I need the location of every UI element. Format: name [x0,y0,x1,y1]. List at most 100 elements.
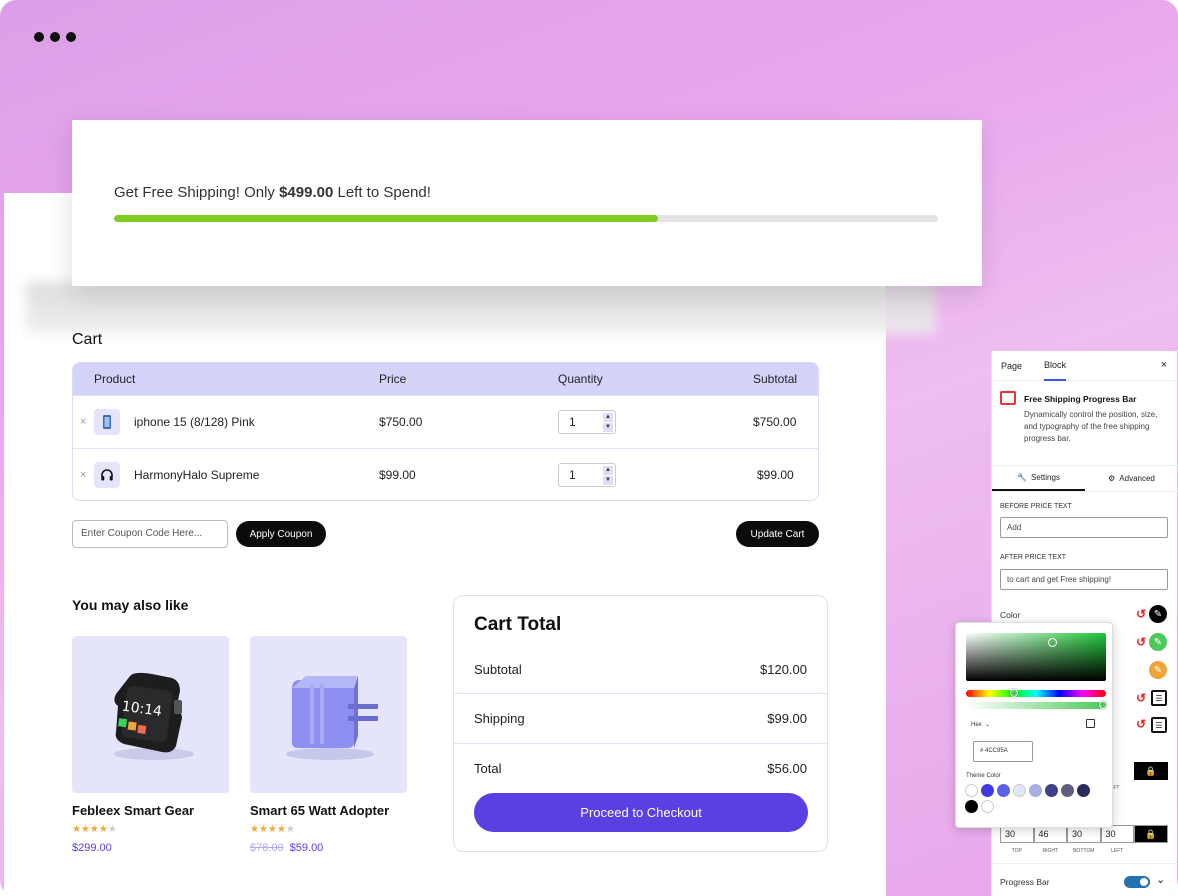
gear-icon: ⚙ [1108,474,1116,483]
alpha-slider[interactable] [966,701,1107,709]
theme-swatch[interactable] [981,784,994,797]
saturation-handle[interactable] [1048,638,1057,647]
subtotal-row: Subtotal $120.00 [454,644,827,694]
tab-page[interactable]: Page [1001,361,1022,371]
product-title[interactable]: Smart 65 Watt Adopter [250,803,389,818]
hue-slider[interactable] [966,689,1106,697]
quantity-value: 1 [569,415,576,429]
table-row: × HarmonyHalo Supreme $99.00 1 ▲ ▼ $99.00 [73,448,818,500]
quantity-spin-buttons[interactable]: ▲ ▼ [603,412,613,432]
before-price-label: BEFORE PRICE TEXT [1000,503,1072,510]
total-label: Subtotal [474,661,522,677]
sliders-icon[interactable]: ☰ [1151,717,1167,733]
theme-color-label: Theme Color [966,773,1001,779]
padding-labels: TOP RIGHT BOTTOM LEFT [1011,848,1124,854]
cart-title: Cart [72,331,103,348]
cart-table-header: Product Price Quantity Subtotal [73,363,818,395]
lock-icon[interactable]: 🔒 [1134,762,1168,780]
header-product: Product [94,372,136,386]
remove-item-icon[interactable]: × [80,469,86,481]
update-cart-button[interactable]: Update Cart [736,521,819,547]
color-label: Color [1000,610,1021,620]
cart-table: Product Price Quantity Subtotal × iphone… [72,362,819,501]
alpha-handle[interactable] [1099,701,1107,709]
after-price-label: AFTER PRICE TEXT [1000,554,1066,561]
shipping-row: Shipping $99.00 [454,693,827,743]
quantity-stepper[interactable]: 1 ▲ ▼ [558,410,616,434]
settings-tabs: 🔧 Settings ⚙ Advanced [992,465,1178,492]
star-rating: ★★★★★ [250,824,295,835]
product-price: $750.00 [379,415,423,429]
cart-total-box: Cart Total Subtotal $120.00 Shipping $99.0… [453,595,828,852]
sliders-icon[interactable]: ☰ [1151,690,1167,706]
grand-total-row: Total $56.00 [454,743,827,793]
window-menu-dots[interactable] [34,32,76,42]
cart-total-title: Cart Total [474,614,562,635]
color-swatch-orange[interactable]: ✎ [1149,661,1167,679]
shipping-message: Get Free Shipping! Only $499.00 Left to … [114,184,431,201]
reset-icon[interactable]: ↺ [1136,635,1146,649]
quantity-stepper[interactable]: 1 ▲ ▼ [558,463,616,487]
chevron-down-icon[interactable]: ⌄ [1156,873,1165,886]
before-price-input[interactable]: Add [1000,517,1168,538]
product-card-image[interactable]: 10:14 [72,636,229,793]
theme-swatch[interactable] [965,784,978,797]
theme-swatch[interactable] [1013,784,1026,797]
free-shipping-banner: Get Free Shipping! Only $499.00 Left to … [72,120,982,286]
theme-swatch[interactable] [965,800,978,813]
phone-icon [94,409,120,435]
theme-swatch[interactable] [1045,784,1058,797]
product-name[interactable]: iphone 15 (8/128) Pink [134,415,255,429]
hex-input[interactable]: # 4CC95A [973,741,1033,762]
total-value: $99.00 [767,711,807,726]
copy-icon[interactable] [1086,719,1095,728]
theme-swatch[interactable] [997,784,1010,797]
apply-coupon-button[interactable]: Apply Coupon [236,521,326,547]
tab-advanced[interactable]: ⚙ Advanced [1085,466,1178,491]
shipping-progress-bar [114,215,938,222]
lock-icon[interactable]: 🔒 [1134,825,1168,843]
header-price: Price [379,372,407,386]
reset-icon[interactable]: ↺ [1136,691,1146,705]
format-select[interactable]: Hex ⌄ [971,721,990,728]
product-title[interactable]: Febleex Smart Gear [72,803,194,818]
product-price: $78.00 $59.00 [250,842,323,854]
color-swatch-black[interactable]: ✎ [1149,605,1167,623]
product-name[interactable]: HarmonyHalo Supreme [134,468,259,482]
tab-settings[interactable]: 🔧 Settings [992,466,1085,491]
progress-bar-label: Progress Bar [1000,877,1050,887]
total-label: Shipping [474,711,525,726]
block-description: Dynamically control the position, size, … [1024,410,1158,443]
close-icon[interactable]: × [1161,359,1167,371]
sale-price: $59.00 [289,842,324,854]
after-price-input[interactable]: to cart and get Free shipping! [1000,569,1168,590]
progress-bar-toggle[interactable] [1124,876,1150,888]
coupon-input[interactable]: Enter Coupon Code Here... [72,520,228,548]
saturation-field[interactable] [966,633,1106,681]
hue-handle[interactable] [1010,689,1018,697]
total-value: $56.00 [767,761,807,776]
remove-item-icon[interactable]: × [80,416,86,428]
color-swatch-green[interactable]: ✎ [1149,633,1167,651]
quantity-spin-buttons[interactable]: ▲ ▼ [603,465,613,485]
panel-tabs: Page Block × [992,351,1177,381]
smartwatch-icon: 10:14 [114,672,194,760]
header-quantity: Quantity [558,372,603,386]
progress-block-icon [1000,391,1016,405]
theme-swatch[interactable] [1077,784,1090,797]
product-price: $99.00 [379,468,416,482]
banner-shadow [26,282,936,334]
tab-block[interactable]: Block [1044,351,1067,381]
theme-swatch[interactable] [981,800,994,813]
old-price: $78.00 [250,842,284,854]
reset-icon[interactable]: ↺ [1136,607,1146,621]
total-label: Total [474,761,502,776]
product-card-image[interactable] [250,636,407,793]
app-window: Get Free Shipping! Only $499.00 Left to … [0,0,1178,896]
theme-swatch[interactable] [1029,784,1042,797]
theme-swatch[interactable] [1061,784,1074,797]
headphones-icon [94,462,120,488]
checkout-button[interactable]: Proceed to Checkout [474,793,808,832]
reset-icon[interactable]: ↺ [1136,717,1146,731]
total-value: $120.00 [760,661,807,677]
